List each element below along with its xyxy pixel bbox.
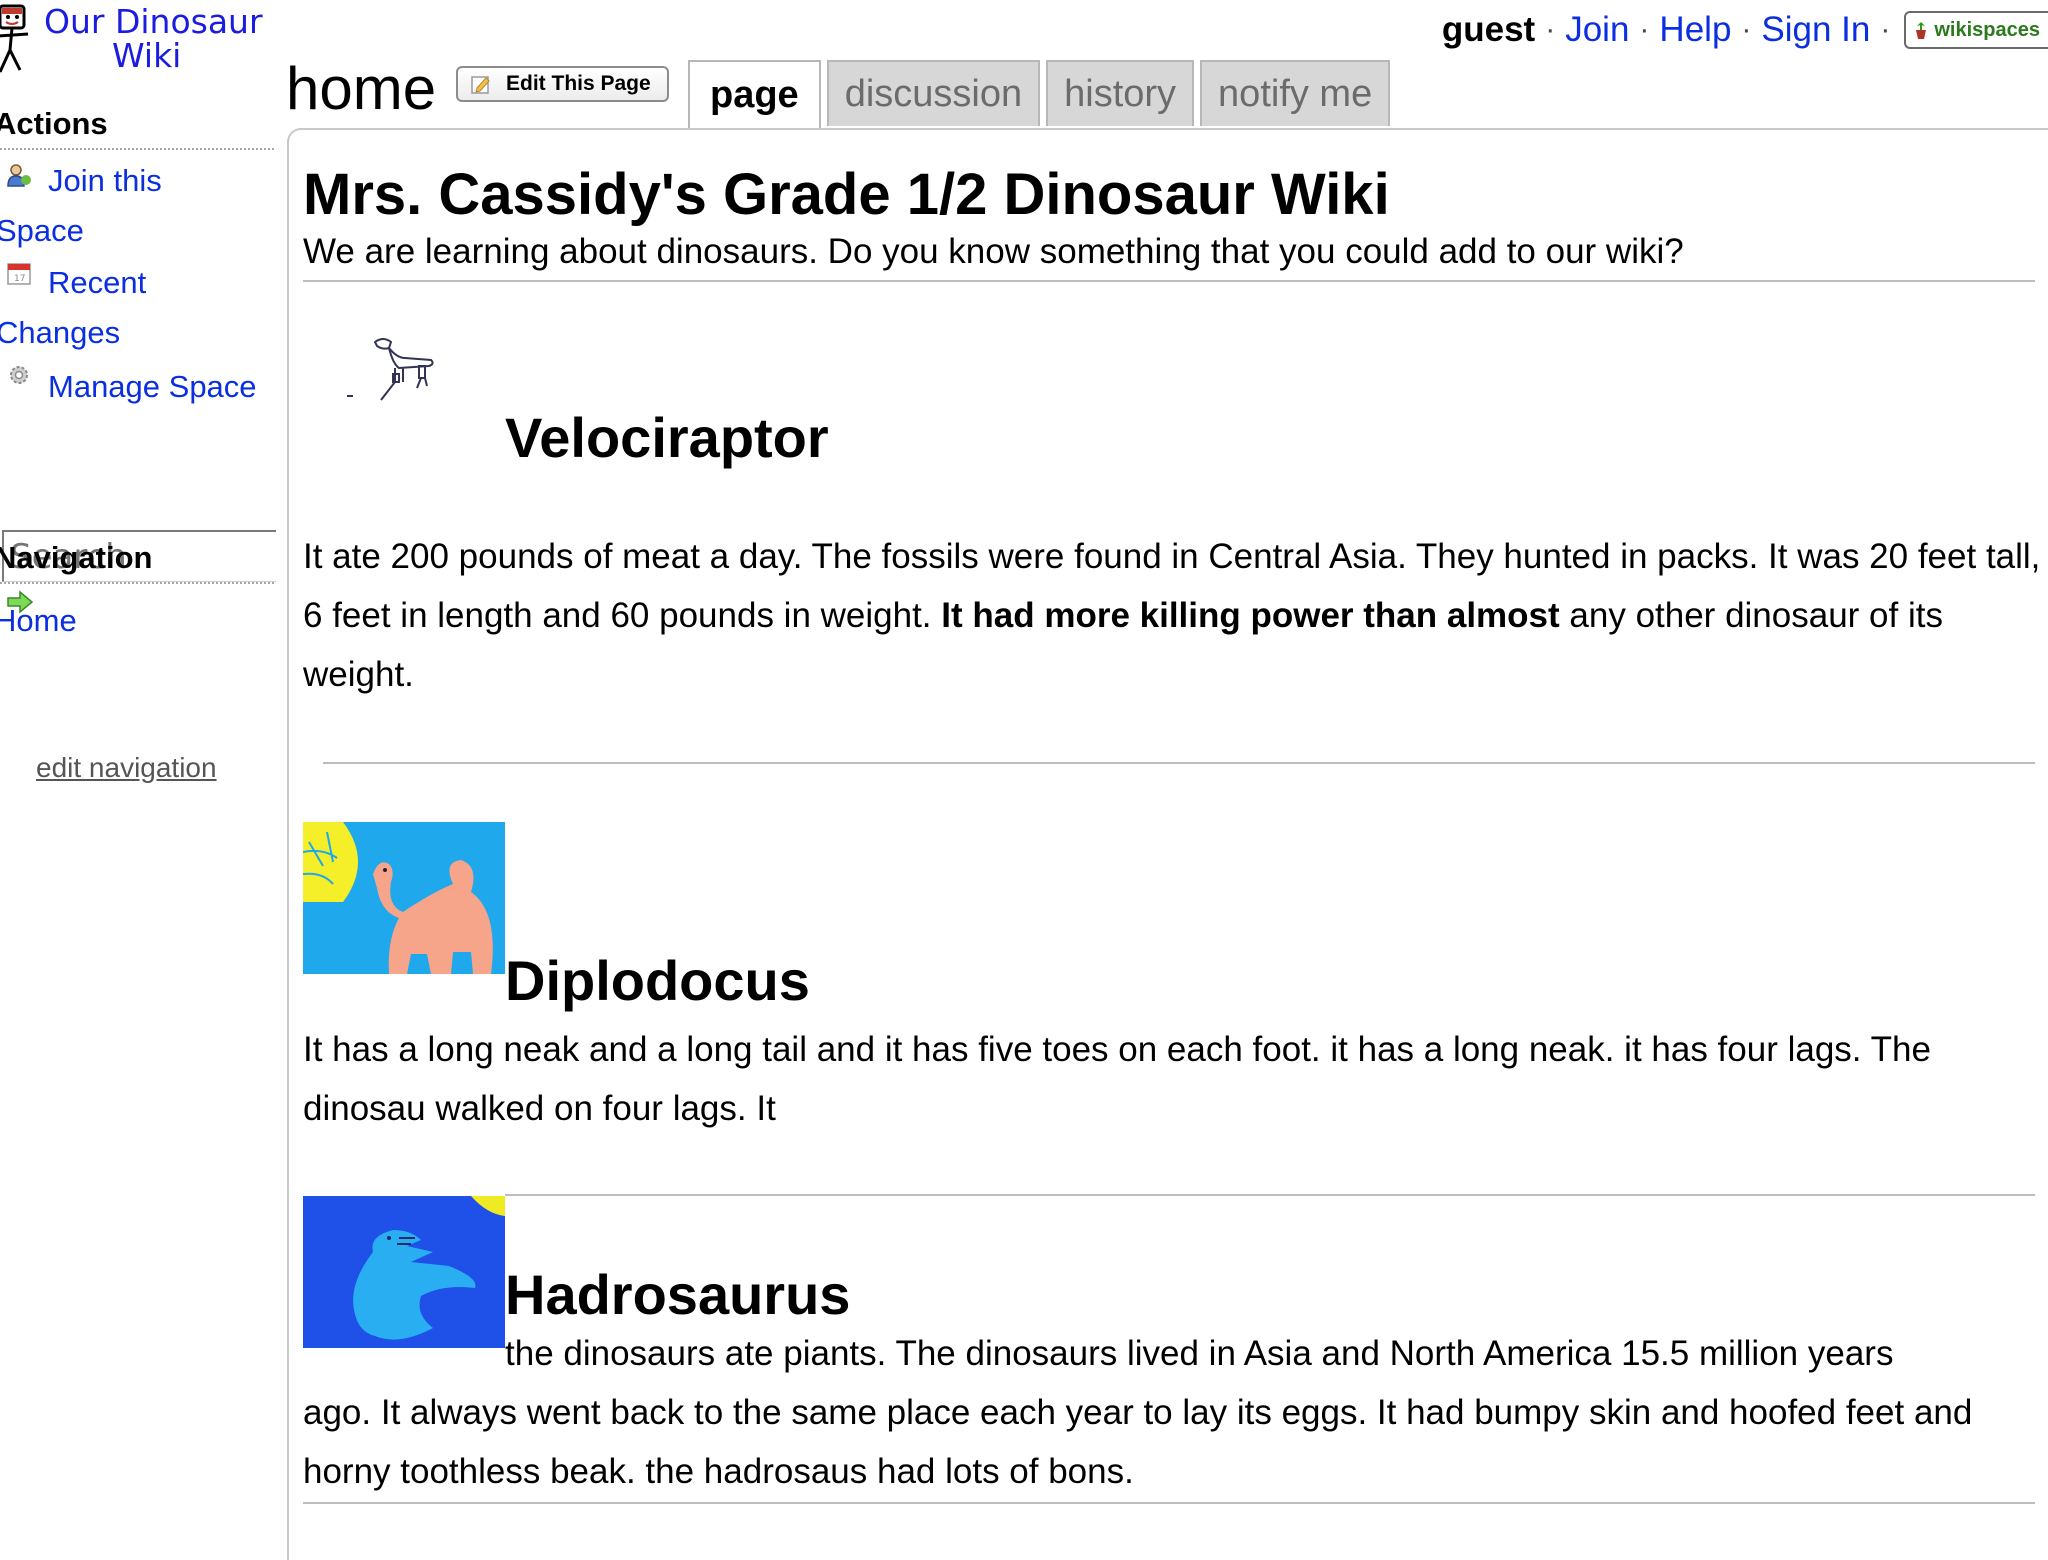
- tab-page[interactable]: page: [688, 60, 821, 128]
- logo-text-line2: Wiki: [112, 36, 182, 75]
- plant-pot-icon: [1916, 22, 1927, 39]
- sidebar-item-join-space[interactable]: Join this: [48, 156, 162, 206]
- wikispaces-label: wikispaces: [1934, 18, 2040, 41]
- divider: [505, 1194, 2035, 1196]
- sidebar-item-recent-changes[interactable]: Recent: [48, 258, 146, 308]
- page-tabs: page discussion history notify me: [688, 60, 1396, 128]
- separator: ·: [1741, 13, 1752, 46]
- page-subtitle: We are learning about dinosaurs. Do you …: [303, 232, 1684, 271]
- hadrosaurus-drawing: [303, 1196, 505, 1348]
- divider: [0, 582, 274, 584]
- tab-discussion[interactable]: discussion: [826, 60, 1041, 126]
- edit-navigation-link[interactable]: edit navigation: [36, 752, 217, 784]
- dinosaur-text-hadrosaurus-line1: the dinosaurs ate piants. The dinosaurs …: [505, 1334, 1894, 1373]
- separator: ·: [1545, 13, 1556, 46]
- tab-history[interactable]: history: [1046, 60, 1195, 126]
- pencil-icon: [471, 76, 490, 94]
- sidebar-item-manage-space[interactable]: Manage Space: [48, 362, 257, 412]
- help-link[interactable]: Help: [1659, 10, 1731, 50]
- edit-this-page-button[interactable]: Edit This Page: [456, 66, 669, 102]
- dinosaur-text-diplodocus: It has a long neak and a long tail and i…: [303, 1030, 1931, 1128]
- sidebar-item-join-space-cont[interactable]: Space: [0, 206, 84, 256]
- gear-icon: [10, 366, 28, 384]
- site-logo[interactable]: Our Dinosaur Wiki: [0, 0, 290, 80]
- dinosaur-name-hadrosaurus: Hadrosaurus: [505, 1263, 851, 1326]
- divider: [303, 1502, 2035, 1504]
- sidebar-item-recent-changes-cont[interactable]: Changes: [0, 308, 120, 358]
- divider: [323, 762, 2035, 764]
- velociraptor-drawing: [347, 338, 434, 401]
- edit-this-page-label: Edit This Page: [506, 72, 651, 95]
- page-name: home: [286, 55, 437, 122]
- nav-item-home[interactable]: Home: [0, 596, 77, 646]
- dinosaur-text-velociraptor: It ate 200 pounds of meat a day. The fos…: [303, 527, 2048, 704]
- diplodocus-drawing: [303, 822, 505, 974]
- separator: ·: [1880, 13, 1891, 46]
- wikispaces-badge[interactable]: wikispaces: [1904, 11, 2048, 49]
- dinosaur-text-bold: It had more killing power than almost: [941, 596, 1560, 635]
- actions-heading: Actions: [0, 106, 108, 141]
- guest-label: guest: [1441, 10, 1536, 49]
- divider: [303, 280, 2035, 282]
- navigation-heading: Navigation: [0, 540, 153, 575]
- divider: [0, 148, 274, 150]
- dinosaur-text-hadrosaurus: ago. It always went back to the same pla…: [303, 1393, 1973, 1491]
- tab-notify-me[interactable]: notify me: [1200, 60, 1391, 126]
- stick-figure-icon: [0, 4, 29, 73]
- svg-text:17: 17: [14, 274, 25, 284]
- sign-in-link[interactable]: Sign In: [1761, 10, 1870, 50]
- separator: ·: [1639, 13, 1650, 46]
- calendar-icon: 17: [7, 263, 31, 285]
- join-link[interactable]: Join: [1565, 10, 1629, 50]
- dinosaur-name-velociraptor: Velociraptor: [505, 406, 829, 469]
- page-title: Mrs. Cassidy's Grade 1/2 Dinosaur Wiki: [303, 162, 1390, 227]
- dinosaur-name-diplodocus: Diplodocus: [505, 949, 810, 1012]
- user-icon: [7, 164, 31, 187]
- user-bar: guest · Join · Help · Sign In · wikispac…: [1442, 8, 2048, 52]
